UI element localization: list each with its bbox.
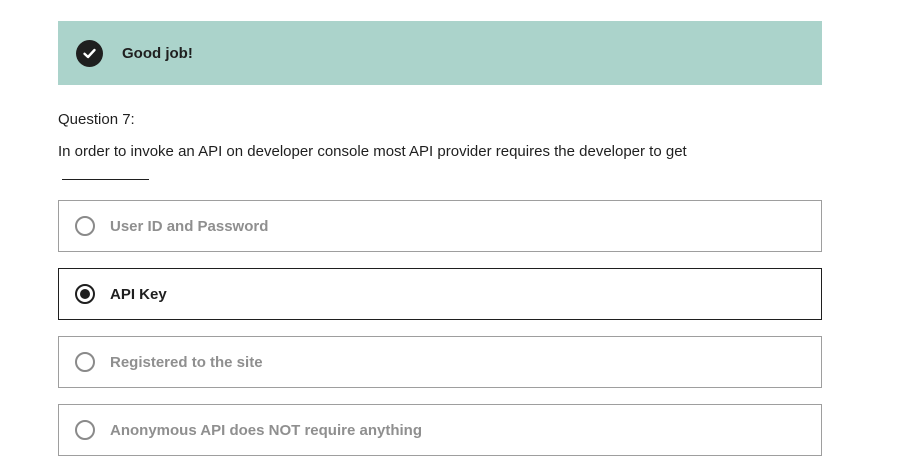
option-label: API Key <box>110 285 167 303</box>
question-number: Question 7: <box>58 111 135 128</box>
quiz-page: Good job! Question 7: In order to invoke… <box>0 0 907 475</box>
answer-option-user-id-password[interactable]: User ID and Password <box>58 200 822 252</box>
option-label: Registered to the site <box>110 353 263 371</box>
answer-blank-line <box>62 179 149 180</box>
feedback-message: Good job! <box>122 44 193 62</box>
answer-option-api-key[interactable]: API Key <box>58 268 822 320</box>
question-text: In order to invoke an API on developer c… <box>58 143 687 160</box>
option-label: Anonymous API does NOT require anything <box>110 421 422 439</box>
radio-selected-dot <box>80 289 90 299</box>
radio-button[interactable] <box>75 420 95 440</box>
answer-option-registered[interactable]: Registered to the site <box>58 336 822 388</box>
radio-button[interactable] <box>75 216 95 236</box>
radio-button-selected[interactable] <box>75 284 95 304</box>
radio-button[interactable] <box>75 352 95 372</box>
feedback-banner: Good job! <box>58 21 822 85</box>
answer-option-anonymous-api[interactable]: Anonymous API does NOT require anything <box>58 404 822 456</box>
option-label: User ID and Password <box>110 217 269 235</box>
check-circle-icon <box>76 39 103 67</box>
